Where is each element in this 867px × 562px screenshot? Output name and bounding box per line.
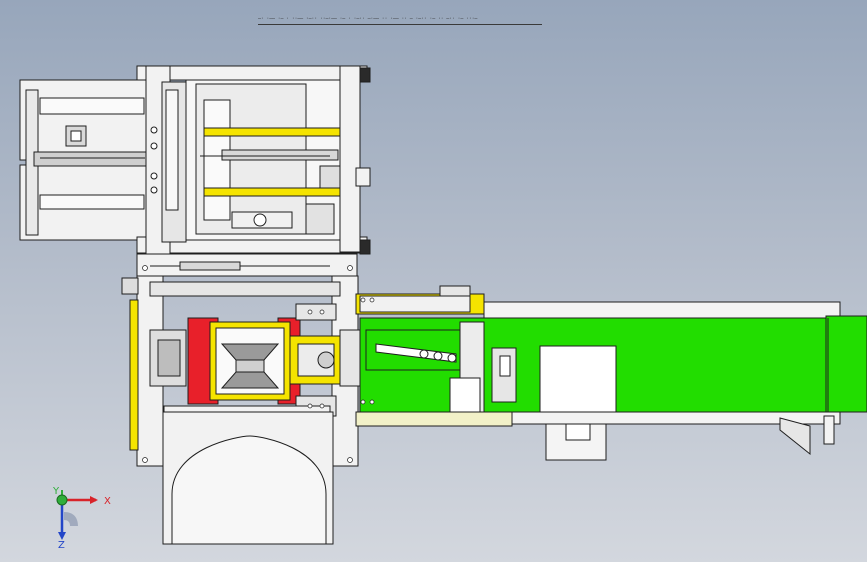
conveyor-assembly [355,285,867,461]
x-axis-label: X [104,496,111,507]
lower-arch-assembly [162,411,334,545]
cad-viewport[interactable]: —· ·—— ·— · ··—— ·—·· ··—·—— ·— · ·—·· —… [0,0,867,562]
coordinate-triad-icon: X Y Z [52,486,111,548]
upper-gantry-assembly [19,65,371,257]
cad-model-view[interactable] [0,0,867,562]
y-axis-label: Y [52,486,60,497]
z-axis-label: Z [58,540,65,548]
